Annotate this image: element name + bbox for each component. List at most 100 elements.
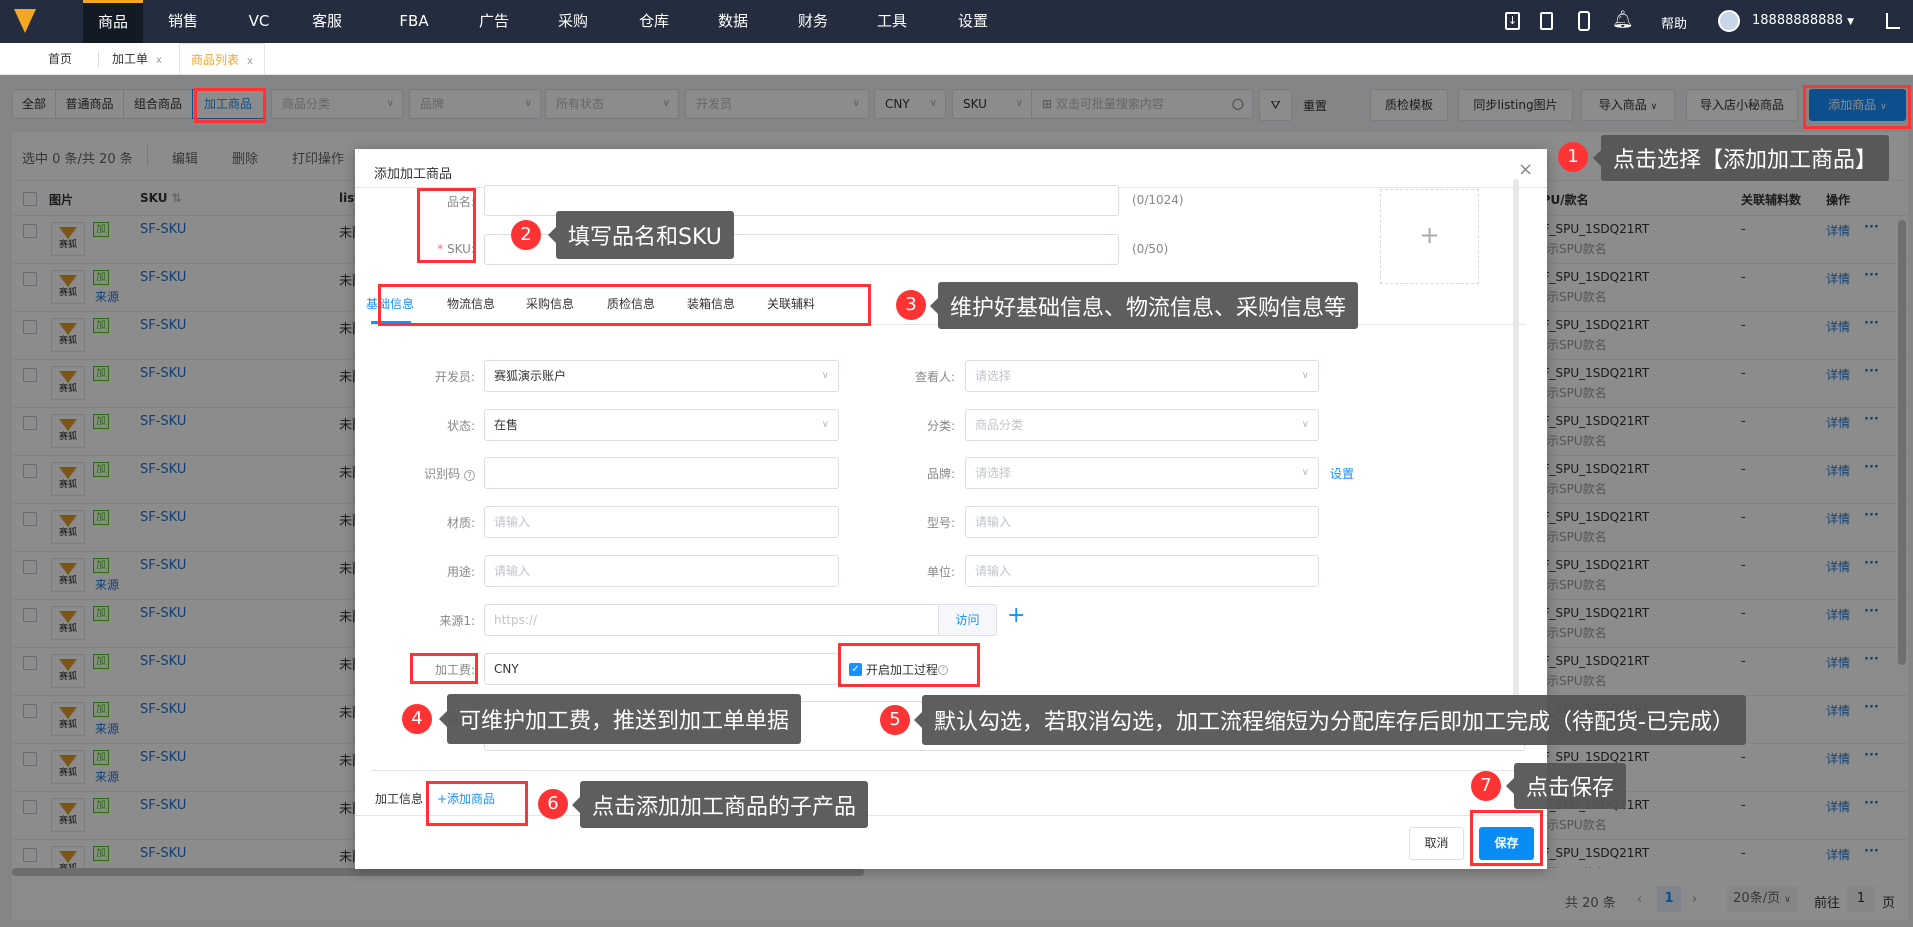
nav-item-fba[interactable]: FBA [399,0,428,43]
callout-step-4: 可维护加工费，推送到加工单单据 [438,694,802,744]
nav-item-service[interactable]: 客服 [312,0,342,43]
category-label: 分类: [926,419,955,433]
add-source-icon[interactable]: + [1007,603,1025,628]
close-icon[interactable]: × [1518,159,1533,180]
highlight-add-child [426,781,528,826]
process-info-label: 加工信息 [375,792,424,806]
bell-icon[interactable]: 🔔︎ [1612,10,1634,30]
nav-item-purchase[interactable]: 采购 [558,0,588,43]
close-icon[interactable]: x [247,56,253,67]
tab-label: 首页 [48,52,73,66]
code-input[interactable] [484,457,839,489]
fullscreen-icon[interactable] [1886,13,1900,29]
user-menu[interactable]: 18888888888 ▼ [1752,13,1854,28]
nav-item-finance[interactable]: 财务 [798,0,828,43]
highlight-add-product [1803,85,1911,129]
cancel-button[interactable]: 取消 [1409,827,1464,860]
nav-item-ads[interactable]: 广告 [479,0,509,43]
help-link[interactable]: 帮助 [1661,13,1687,32]
avatar[interactable] [1718,10,1740,32]
nav-item-sales[interactable]: 销售 [168,0,198,43]
highlight-tabs [378,284,871,326]
callout-step-6: 点击添加加工商品的子产品 [571,781,869,828]
image-upload[interactable]: + [1380,189,1479,284]
chevron-down-icon: ∨ [821,370,829,381]
tab-home[interactable]: 首页 [48,43,72,75]
highlight-processed-filter [194,88,266,123]
brand-settings-link[interactable]: 设置 [1330,465,1354,482]
step-badge: 1 [1558,142,1588,172]
source-label: 来源1: [439,614,475,628]
download-icon[interactable]: ↓ [1505,12,1520,30]
user-name: 18888888888 [1752,13,1843,28]
chevron-down-icon: ∨ [821,419,829,430]
highlight-save [1470,810,1543,866]
model-label: 型号: [926,516,955,530]
highlight-fee [410,653,478,684]
model-input[interactable]: 请输入 [965,506,1319,538]
value: 赛狐演示账户 [494,369,567,383]
processing-fee-input[interactable]: CNY [484,653,839,685]
document-add-icon[interactable] [1540,12,1553,30]
sku-char-count: (0/50) [1132,242,1169,256]
tab-label: 加工单 [112,52,149,66]
nav-item-tools[interactable]: 工具 [877,0,907,43]
dialog-scrollbar[interactable] [1513,179,1519,739]
code-label: 识别码 ? [355,465,475,482]
highlight-enable-process [838,643,980,687]
brand-select[interactable]: 请选择 ∨ [965,457,1319,489]
help-icon[interactable]: ? [464,470,475,481]
nav-item-warehouse[interactable]: 仓库 [639,0,669,43]
tab-process-order[interactable]: 加工单 x [112,43,162,75]
developer-select[interactable]: 赛狐演示账户 ∨ [484,360,839,392]
developer-label: 开发员: [434,370,475,384]
callout-step-3: 维护好基础信息、物流信息、采购信息等 [929,282,1359,329]
category-select[interactable]: 商品分类 ∨ [965,409,1319,441]
status-select[interactable]: 在售 ∨ [484,409,839,441]
label: 识别码 [424,467,461,481]
highlight-name-sku [417,188,476,263]
tab-label: 商品列表 [191,53,240,67]
step-badge: 6 [538,789,568,819]
divider [355,815,1547,816]
chevron-down-icon: ∨ [1301,419,1309,430]
placeholder: 请选择 [975,369,1012,383]
brand-label: 品牌: [926,467,955,481]
tab-product-list[interactable]: 商品列表 x [179,43,265,75]
usage-input[interactable]: 请输入 [484,555,839,587]
viewer-select[interactable]: 请选择 ∨ [965,360,1319,392]
callout-step-7: 点击保存 [1505,763,1627,809]
name-char-count: (0/1024) [1132,193,1184,207]
nav-item-settings[interactable]: 设置 [958,0,988,43]
nav-item-vc[interactable]: VC [249,0,270,43]
nav-item-data[interactable]: 数据 [718,0,748,43]
nav-item-products[interactable]: 商品 [83,0,143,43]
mobile-icon[interactable] [1578,11,1590,31]
chevron-down-icon: ∨ [1301,370,1309,381]
divider [371,770,1526,771]
step-badge: 7 [1471,771,1501,801]
value: 在售 [494,418,519,432]
callout-step-1: 点击选择【添加加工商品】 [1592,135,1890,181]
step-badge: 5 [880,705,910,735]
status-label: 状态: [446,419,475,433]
divider [98,51,99,67]
unit-input[interactable]: 请输入 [965,555,1319,587]
unit-label: 单位: [926,565,955,579]
viewer-label: 查看人: [914,370,955,384]
close-icon[interactable]: x [156,55,162,66]
caret-down-icon: ▼ [1847,17,1855,27]
source-url-input[interactable]: https:// [484,604,939,636]
chevron-down-icon: ∨ [1301,467,1309,478]
page-tabs: 首页 加工单 x 商品列表 x [0,43,1913,75]
placeholder: 请选择 [975,466,1012,480]
material-label: 材质: [446,516,475,530]
material-input[interactable]: 请输入 [484,506,839,538]
callout-step-5: 默认勾选，若取消勾选，加工流程缩短为分配库存后即加工完成（待配货-已完成） [914,695,1746,745]
placeholder: 商品分类 [975,418,1024,432]
add-processed-product-dialog: 添加加工商品 × 品名: (0/1024) * SKU: (0/50) + 基础… [355,149,1547,869]
dialog-title: 添加加工商品 [374,167,453,182]
visit-button[interactable]: 访问 [938,604,997,636]
usage-label: 用途: [446,565,475,579]
logo-icon[interactable] [14,9,36,33]
